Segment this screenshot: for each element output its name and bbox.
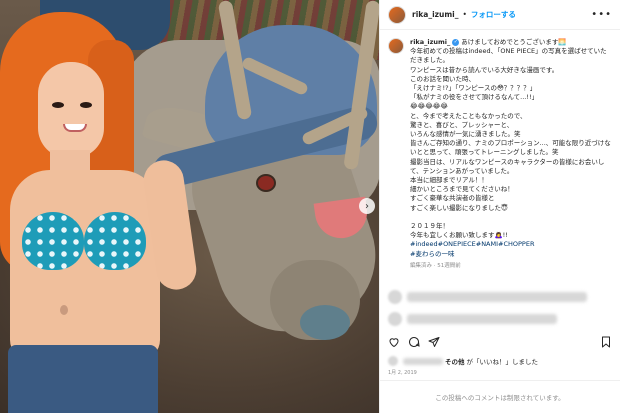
blurred-text [403,357,443,365]
caption-line: 今年も宜しくお願い致します🙇‍♀️!! [410,231,508,240]
bikini-top-left [22,212,84,270]
blurred-avatar [388,312,402,326]
caption-line: ２０１９年！ [410,222,449,231]
caption-line: 「私がナミの役をさせて頂けるなんて...!!」 [410,93,539,102]
woman-navel [60,305,68,315]
reindeer-nose [300,305,350,340]
comments-disabled-notice: この投稿へのコメントは制限されています。 [380,380,620,413]
blurred-avatar [388,356,398,366]
caption-line: このお話を聞いた時、 [410,74,475,83]
caption-body: rika_izumi_ ✓ あけましておめでとうございます🌅 今年初めての投稿はin… [410,38,612,282]
avatar[interactable] [388,5,406,24]
hashtag-link[interactable]: #麦わらの一味 [410,250,612,259]
caption-line: 「えけナミ!?」「ワンピースの😳？？？？」 [410,84,537,93]
blurred-avatar [388,290,402,304]
caption-line: ワンピースは昔から読んでいる大好きな漫画です。 [410,65,559,74]
caption-line: 細かいところまで見てくださいね！ [410,185,514,194]
bikini-top-right [84,212,146,270]
hashtag-link[interactable]: #indeed#ONEPIECE#NAMI#CHOPPER [410,240,612,249]
follow-button[interactable]: フォローする [471,9,516,20]
heart-icon[interactable] [388,336,400,348]
header-username[interactable]: rika_izumi_ [412,10,458,19]
edit-meta: 編集済み · 51週間前 [410,262,461,269]
caption-line: 驚きと、喜びと、プレッシャーと、 [410,120,514,129]
blurred-text [407,314,557,324]
caption-line: あけましておめでとうございます🌅 [461,38,567,46]
caption-line: すごく豪華な共演者の皆様と [410,194,495,203]
blurred-text [407,292,587,302]
reindeer-eye [258,176,274,190]
caption-line: 皆さんご存知の通り、ナミのプロポーション...、可能な限り近づけないとと思って、… [410,139,611,157]
post-date: 1月 2, 2019 [388,370,417,376]
post-photo[interactable]: › [0,0,379,413]
blurred-comment [388,310,614,328]
caption-line: いろんな感情が一気に湧きました。笑 [410,130,521,139]
likes-summary[interactable]: その他 が「いいね！」しました [388,356,538,366]
caption-line: 撮影当日は、リアルなワンピースのキャラクターの皆様にお会いして、テンションあがっ… [410,157,605,175]
action-bar [388,334,612,350]
likes-text: が「いいね！」しました [466,358,539,366]
chevron-right-icon[interactable]: › [359,198,375,214]
caption-line: 本当に細部までリアル！！ [410,176,488,185]
caption-line: 今年初めての投稿はindeed、「ONE PIECE」の写真を選ばせていただきま… [410,47,607,65]
verified-badge-icon: ✓ [452,38,460,46]
caption-line: と、今まで考えたこともなかったので、 [410,111,527,120]
post-header: rika_izumi_ • フォローする ••• [380,0,620,30]
caption-line: すごく楽しい撮影になりました😇 [410,203,508,212]
caption-line: 😂😂😂😂😂 [410,102,448,111]
likes-others[interactable]: その他 [445,356,465,366]
woman-jeans [8,345,158,413]
more-options-icon[interactable]: ••• [591,9,612,20]
blurred-comment [388,288,614,306]
woman-eye-right [80,102,92,108]
comment-icon[interactable] [408,336,420,348]
woman-eye-left [52,102,64,108]
post-side-panel: rika_izumi_ • フォローする ••• rika_izumi_ ✓ あけま… [379,0,620,413]
caption-username[interactable]: rika_izumi_ [410,38,450,46]
share-icon[interactable] [428,336,440,348]
caption-avatar[interactable] [388,38,404,54]
woman-face [38,62,104,158]
separator-dot: • [462,10,467,19]
post-caption: rika_izumi_ ✓ あけましておめでとうございます🌅 今年初めての投稿はin… [380,34,620,282]
bookmark-icon[interactable] [600,336,612,348]
